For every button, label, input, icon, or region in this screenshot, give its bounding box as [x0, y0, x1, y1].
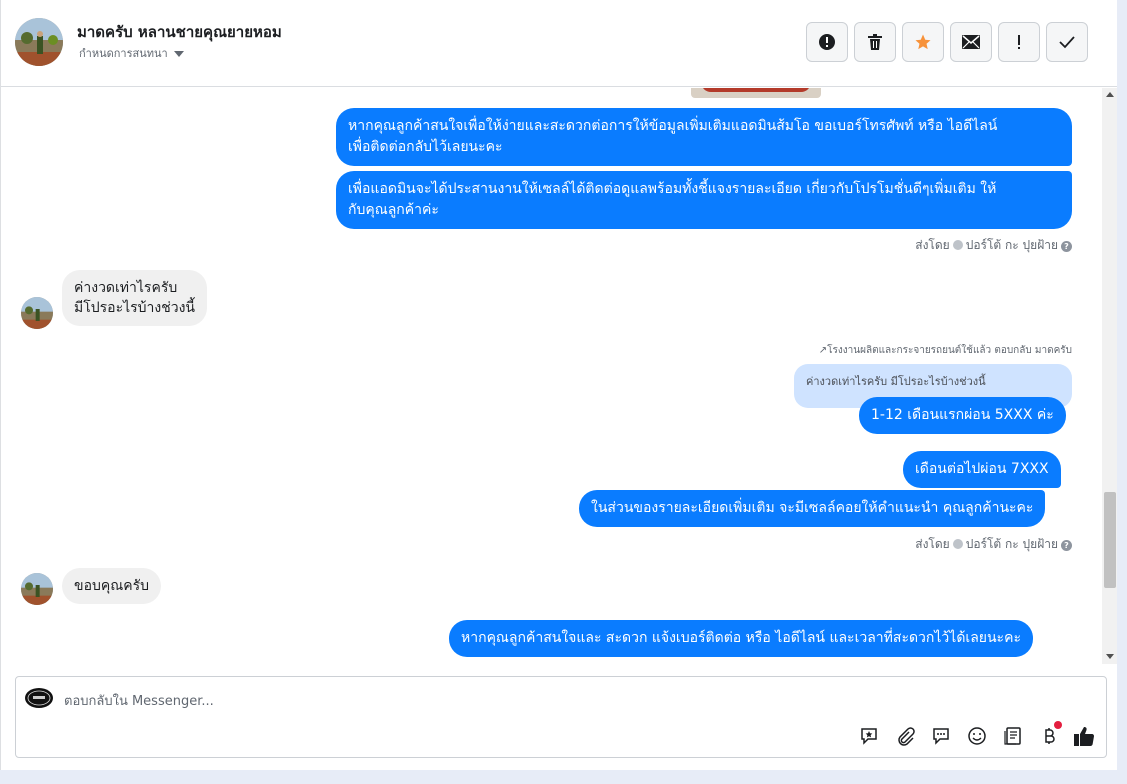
shared-image-thumbnail[interactable]	[691, 88, 821, 98]
mark-done-button[interactable]	[1046, 22, 1088, 62]
mark-spam-button[interactable]	[806, 22, 848, 62]
quoted-text: ค่างวดเท่าไรครับ มีโปรอะไรบ้างช่วงนี้	[806, 375, 986, 388]
conversation-settings-dropdown[interactable]: กำหนดการสนทนา	[79, 44, 184, 62]
baht-payment-icon	[1045, 728, 1055, 744]
alert-icon	[819, 34, 835, 50]
reply-input[interactable]: ตอบกลับใน Messenger...	[64, 690, 214, 711]
like-button[interactable]	[1073, 725, 1095, 747]
sent-by-prefix: ส่งโดย	[915, 537, 950, 551]
message-outgoing[interactable]: เดือนต่อไปผ่อน 7XXX	[903, 451, 1061, 488]
message-text: มีโปรอะไรบ้างช่วงนี้	[74, 300, 195, 316]
page-badge-icon	[952, 539, 963, 549]
sent-by-label: ส่งโดย ปอร์โต้ กะ ปุยฝ้าย?	[915, 535, 1072, 554]
message-incoming[interactable]: ขอบคุณครับ	[62, 568, 161, 604]
contact-avatar[interactable]	[15, 18, 63, 66]
message-scrollbar[interactable]	[1102, 88, 1118, 664]
sender-name: ปอร์โต้ กะ ปุยฝ้าย	[965, 238, 1058, 252]
page-avatar	[25, 688, 53, 708]
messenger-panel: มาดครับ หลานชายคุณยายหอม กำหนดการสนทนา ห…	[0, 0, 1118, 770]
sticker-reply-icon	[861, 728, 877, 745]
sent-by-label: ส่งโดย ปอร์โต้ กะ ปุยฝ้าย?	[915, 236, 1072, 255]
exclamation-icon	[1018, 35, 1020, 49]
message-text: ในส่วนของรายละเอียดเพิ่มเติม จะมีเซลล์คอ…	[591, 500, 1034, 516]
contact-name: มาดครับ หลานชายคุณยายหอม	[77, 23, 282, 41]
help-icon[interactable]: ?	[1061, 241, 1072, 252]
message-outgoing[interactable]: ในส่วนของรายละเอียดเพิ่มเติม จะมีเซลล์คอ…	[579, 490, 1046, 527]
flag-button[interactable]	[998, 22, 1040, 62]
emoji-button[interactable]	[966, 725, 988, 747]
message-outgoing[interactable]: เพื่อแอดมินจะได้ประสานงานให้เซลล์ได้ติดต…	[336, 171, 1072, 229]
message-outgoing[interactable]: หากคุณลูกค้าสนใจเพื่อให้ง่ายและสะดวกต่อก…	[336, 108, 1072, 166]
message-text: 1-12 เดือนแรกผ่อน 5XXX ค่ะ	[871, 407, 1054, 423]
message-outgoing[interactable]: 1-12 เดือนแรกผ่อน 5XXX ค่ะ	[859, 397, 1066, 434]
sent-by-prefix: ส่งโดย	[915, 238, 950, 252]
like-icon	[1074, 727, 1095, 747]
contact-avatar-small[interactable]	[21, 297, 53, 329]
notification-dot	[1054, 721, 1062, 729]
sticker-reply-button[interactable]	[858, 725, 880, 747]
page-background-bottom	[0, 770, 1127, 784]
scrollbar-thumb[interactable]	[1104, 492, 1116, 588]
check-icon	[1059, 36, 1075, 49]
message-text: เดือนต่อไปผ่อน 7XXX	[915, 461, 1049, 477]
notes-icon	[1004, 727, 1021, 745]
conversation-header: มาดครับ หลานชายคุณยายหอม กำหนดการสนทนา	[1, 0, 1118, 87]
message-composer: ตอบกลับใน Messenger...	[15, 676, 1107, 758]
delete-button[interactable]	[854, 22, 896, 62]
message-incoming[interactable]: ค่างวดเท่าไรครับ มีโปรอะไรบ้างช่วงนี้	[62, 270, 207, 326]
message-list[interactable]: หากคุณลูกค้าสนใจเพื่อให้ง่ายและสะดวกต่อก…	[1, 88, 1102, 664]
conversation-settings-label: กำหนดการสนทนา	[79, 47, 168, 60]
sender-name: ปอร์โต้ กะ ปุยฝ้าย	[965, 537, 1058, 551]
message-outgoing[interactable]: หากคุณลูกค้าสนใจและ สะดวก แจ้งเบอร์ติดต่…	[449, 620, 1033, 657]
caret-down-icon	[173, 51, 184, 57]
follow-up-button[interactable]	[902, 22, 944, 62]
message-text: เพื่อติดต่อกลับไว้เลยนะคะ	[348, 139, 503, 155]
message-text: หากคุณลูกค้าสนใจและ สะดวก แจ้งเบอร์ติดต่…	[461, 630, 1021, 646]
message-text: กับคุณลูกค้าค่ะ	[348, 202, 439, 218]
message-text: หากคุณลูกค้าสนใจเพื่อให้ง่ายและสะดวกต่อก…	[348, 118, 998, 134]
emoji-icon	[968, 727, 986, 745]
reply-context-text: โรงงานผลิตและกระจายรถยนต์ใช้แล้ว ตอบกลับ…	[827, 345, 1072, 356]
contact-avatar-small[interactable]	[21, 573, 53, 605]
mark-unread-button[interactable]	[950, 22, 992, 62]
help-icon[interactable]: ?	[1061, 540, 1072, 551]
trash-icon	[868, 34, 882, 50]
reply-context-note: ↗โรงงานผลิตและกระจายรถยนต์ใช้แล้ว ตอบกลั…	[819, 343, 1072, 358]
saved-reply-button[interactable]	[930, 725, 952, 747]
message-text: เพื่อแอดมินจะได้ประสานงานให้เซลล์ได้ติดต…	[348, 181, 997, 197]
scroll-up-arrow-icon[interactable]	[1106, 92, 1114, 97]
notes-button[interactable]	[1002, 725, 1024, 747]
saved-reply-icon	[933, 728, 949, 745]
message-text: ค่างวดเท่าไรครับ	[74, 280, 178, 296]
scroll-down-arrow-icon[interactable]	[1106, 654, 1114, 659]
page-badge-icon	[952, 240, 963, 250]
attach-file-button[interactable]	[894, 725, 916, 747]
star-icon	[915, 34, 931, 50]
page-background-edge	[1117, 0, 1127, 784]
mail-icon	[962, 35, 980, 49]
attachment-icon	[898, 727, 915, 746]
reply-arrow-icon: ↗	[818, 345, 828, 356]
message-text: ขอบคุณครับ	[74, 578, 149, 594]
